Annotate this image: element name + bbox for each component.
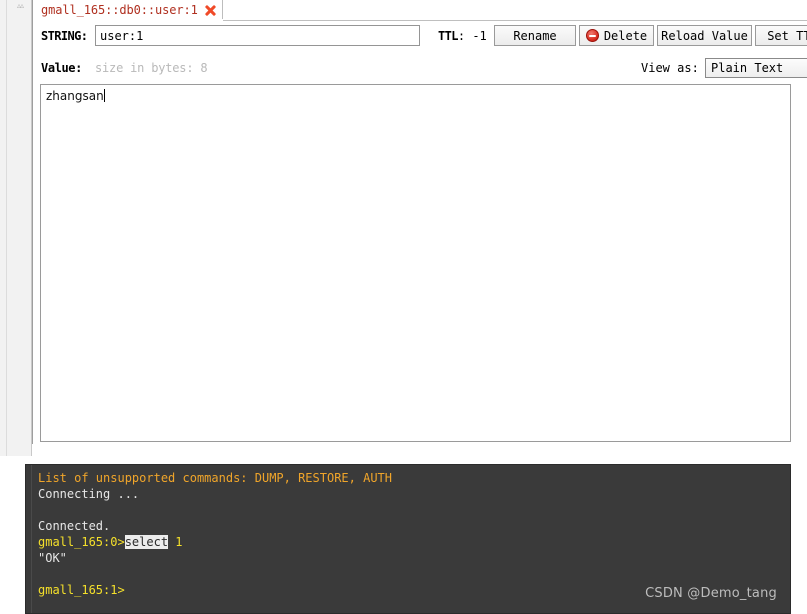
tab-bar-empty-area xyxy=(223,0,807,21)
console-segment: Connecting ... xyxy=(38,487,140,501)
console-segment: "OK" xyxy=(38,551,67,565)
console-segment: List of unsupported commands: DUMP, REST… xyxy=(38,471,393,485)
key-type-label: STRING: xyxy=(41,29,88,43)
console-left-edge xyxy=(26,465,32,613)
key-name-input[interactable] xyxy=(95,25,420,46)
tab-key-editor[interactable]: gmall_165::db0::user:1 xyxy=(35,0,223,20)
console-segment: Connected. xyxy=(38,519,111,533)
console-right-gutter xyxy=(791,456,807,614)
console-line: Connecting ... xyxy=(38,486,786,502)
console-panel[interactable]: List of unsupported commands: DUMP, REST… xyxy=(25,464,791,614)
console-segment: 1 xyxy=(168,535,183,549)
key-editor-panel: gmall_165::db0::user:1 STRING: TTL: -1 R… xyxy=(32,0,807,470)
key-toolbar-row: STRING: TTL: -1 Rename Delete Reload Val… xyxy=(33,22,807,54)
tab-active-underline xyxy=(33,19,223,20)
left-panel-rail: ▵▵ xyxy=(0,0,32,456)
set-ttl-button[interactable]: Set TTL xyxy=(755,25,807,46)
view-as-select[interactable]: Plain Text xyxy=(705,58,807,78)
view-as-selected-value: Plain Text xyxy=(711,61,784,75)
value-label: Value: xyxy=(41,61,82,75)
delete-button[interactable]: Delete xyxy=(579,25,654,46)
watermark-text: CSDN @Demo_tang xyxy=(645,586,777,601)
console-top-gutter xyxy=(0,456,807,464)
console-line: gmall_165:0>select 1 xyxy=(38,534,786,550)
console-left-gutter xyxy=(0,456,25,614)
rail-divider xyxy=(6,0,7,456)
console-segment: gmall_165:0> xyxy=(38,535,125,549)
reload-value-button[interactable]: Reload Value xyxy=(657,25,752,46)
ttl-label: TTL: -1 xyxy=(438,29,487,43)
ttl-label-bold: TTL xyxy=(438,29,458,43)
delete-button-label: Delete xyxy=(603,28,648,43)
rename-button[interactable]: Rename xyxy=(494,25,576,46)
ttl-label-value: : -1 xyxy=(457,29,487,43)
view-as-label: View as: xyxy=(641,61,699,75)
console-line: Connected. xyxy=(38,518,786,534)
value-textarea[interactable]: zhangsan xyxy=(40,84,791,442)
text-caret xyxy=(103,89,105,102)
console-segment: select xyxy=(124,535,169,549)
panel-bottom-strip xyxy=(32,444,807,456)
console-segment: gmall_165:1> xyxy=(38,583,125,597)
console-line: "OK" xyxy=(38,550,786,566)
value-header-row: Value: size in bytes: 8 View as: Plain T… xyxy=(33,56,807,82)
collapse-grip-icon[interactable]: ▵▵ xyxy=(17,2,27,10)
value-text-content: zhangsan xyxy=(46,89,104,103)
console-output: List of unsupported commands: DUMP, REST… xyxy=(38,470,786,598)
tab-label: gmall_165::db0::user:1 xyxy=(41,3,198,17)
redis-desktop-manager-window: ▵▵ gmall_165::db0::user:1 STRING: TTL: -… xyxy=(0,0,807,614)
delete-circle-icon xyxy=(585,29,599,42)
rename-button-label: Rename xyxy=(513,28,557,43)
tab-bar: gmall_165::db0::user:1 xyxy=(33,0,807,21)
close-x-icon[interactable] xyxy=(204,4,216,16)
value-size-label: size in bytes: 8 xyxy=(95,61,208,75)
set-ttl-button-label: Set TTL xyxy=(767,28,807,43)
reload-value-button-label: Reload Value xyxy=(661,28,748,43)
console-line: List of unsupported commands: DUMP, REST… xyxy=(38,470,786,486)
